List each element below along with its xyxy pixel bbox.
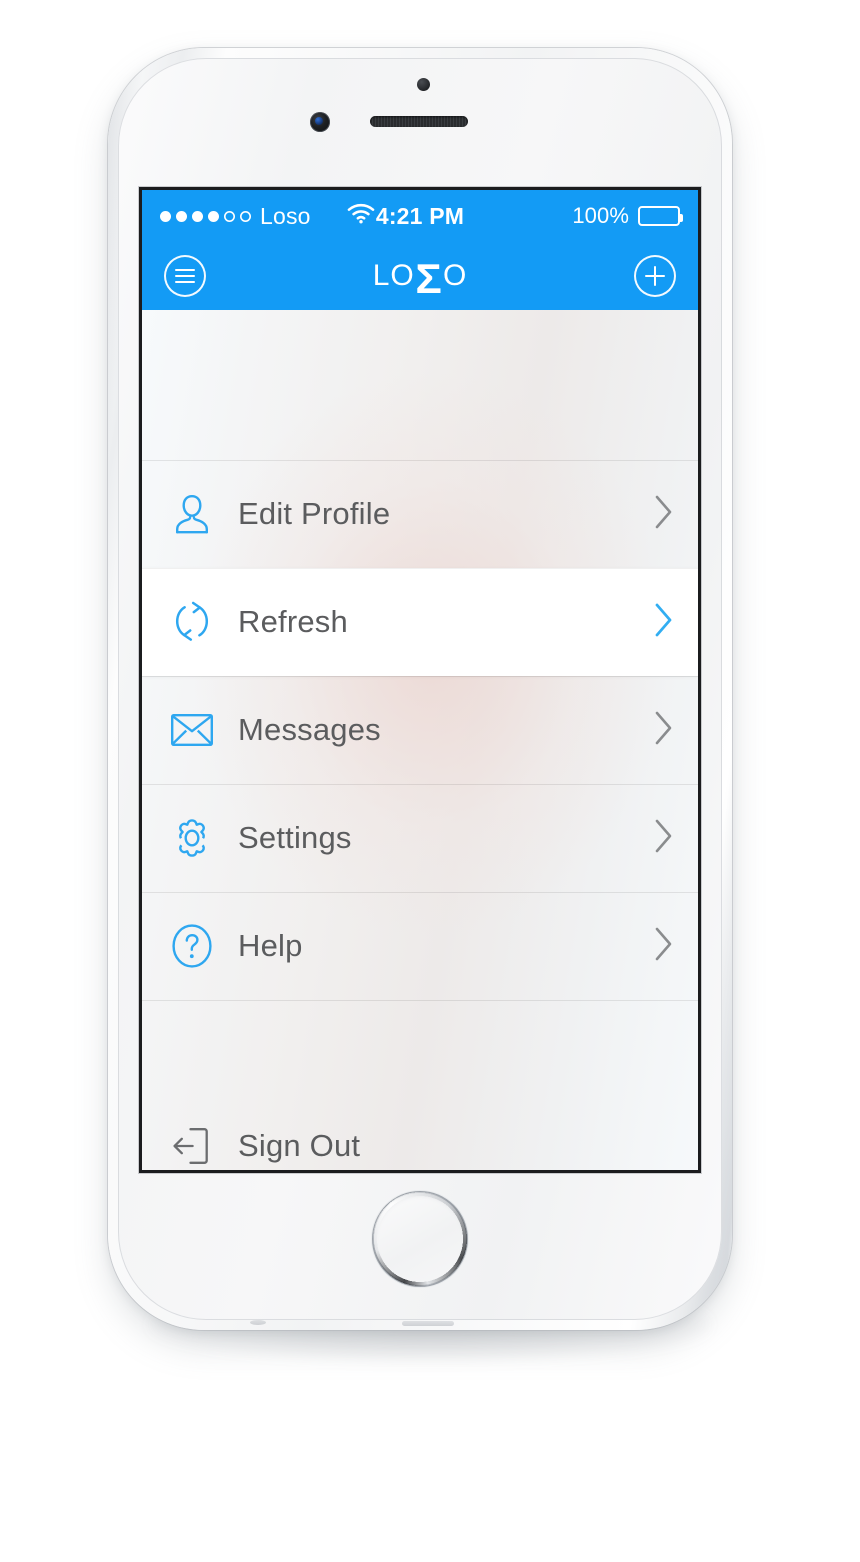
- front-camera-icon: [310, 112, 330, 132]
- menu-item-messages[interactable]: Messages: [142, 676, 698, 784]
- add-button[interactable]: [634, 255, 676, 297]
- question-circle-icon: [166, 920, 218, 972]
- chevron-right-icon: [652, 493, 676, 536]
- side-menu-list: Edit Profile Refresh Messages Settings H…: [142, 310, 698, 1170]
- screenshot-stage: Loso 4:21 PM 100% LO Ʃ O Edit Profile Re…: [0, 0, 860, 1562]
- refresh-icon: [166, 596, 218, 648]
- status-bar: Loso 4:21 PM 100%: [142, 190, 698, 242]
- chevron-right-icon: [652, 601, 676, 644]
- hamburger-menu-button[interactable]: [164, 255, 206, 297]
- sign-out-icon: [166, 1120, 218, 1170]
- menu-item-help[interactable]: Help: [142, 892, 698, 1000]
- app-navigation-bar: LO Ʃ O: [142, 242, 698, 310]
- menu-item-label: Edit Profile: [238, 496, 391, 531]
- chevron-right-icon: [652, 709, 676, 752]
- logo-mark-glyph: Ʃ: [415, 255, 443, 303]
- proximity-sensor-icon: [417, 78, 430, 91]
- menu-item-label: Messages: [238, 712, 381, 747]
- earpiece-speaker-icon: [370, 116, 468, 127]
- plus-circle-icon: [645, 266, 665, 286]
- envelope-icon: [166, 704, 218, 756]
- user-icon: [166, 488, 218, 540]
- chevron-right-icon: [652, 925, 676, 968]
- logo-prefix-text: LO: [372, 259, 415, 292]
- menu-item-label: Help: [238, 928, 303, 963]
- logo-suffix-text: O: [442, 259, 468, 292]
- status-bar-clock: 4:21 PM: [375, 202, 465, 229]
- menu-item-label: Refresh: [238, 604, 348, 639]
- chevron-right-icon: [652, 817, 676, 860]
- menu-item-edit-profile[interactable]: Edit Profile: [142, 460, 698, 568]
- menu-item-label: Sign Out: [238, 1128, 361, 1163]
- battery-icon: [638, 206, 683, 226]
- phone-screen: Loso 4:21 PM 100% LO Ʃ O Edit Profile Re…: [142, 190, 698, 1170]
- menu-item-label: Settings: [238, 820, 352, 855]
- bottom-speaker-icon: [402, 1321, 454, 1326]
- gear-icon: [166, 812, 218, 864]
- menu-item-sign-out[interactable]: Sign Out: [142, 1092, 698, 1170]
- menu-item-refresh[interactable]: Refresh: [142, 568, 698, 676]
- home-button[interactable]: [374, 1193, 466, 1285]
- hamburger-menu-icon: [175, 269, 195, 283]
- menu-section-divider: [142, 1000, 698, 1092]
- menu-header-spacer: [142, 310, 698, 460]
- headphone-jack-icon: [250, 1320, 266, 1325]
- menu-item-settings[interactable]: Settings: [142, 784, 698, 892]
- app-logo: LO Ʃ O: [142, 255, 698, 303]
